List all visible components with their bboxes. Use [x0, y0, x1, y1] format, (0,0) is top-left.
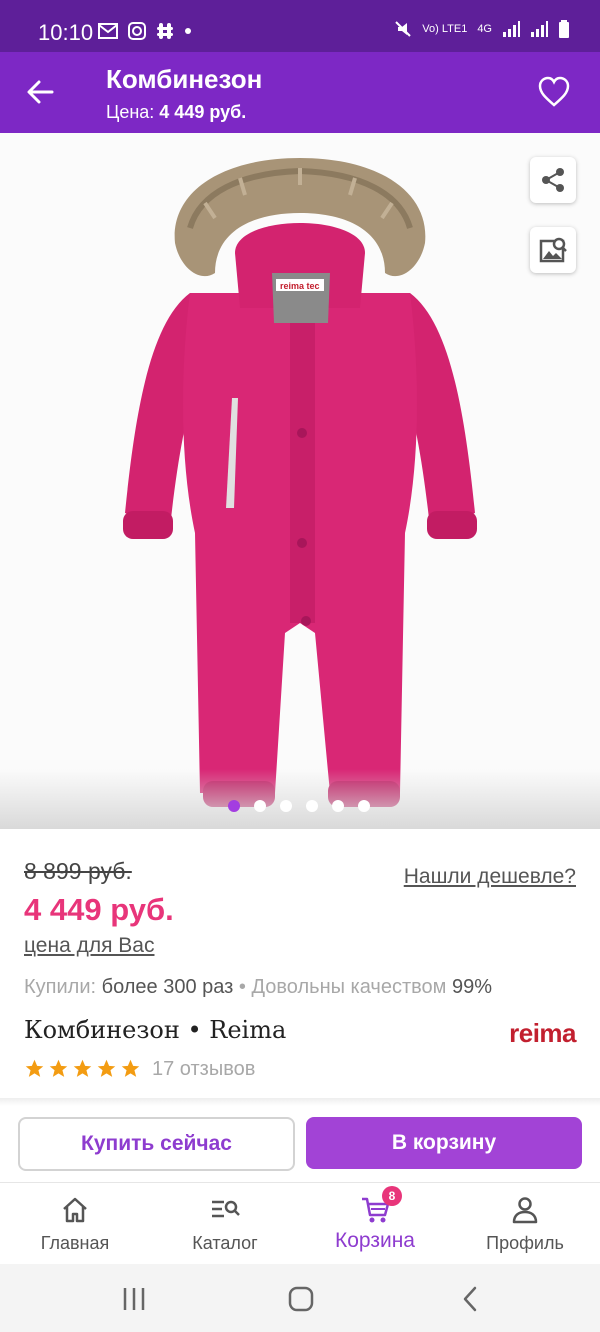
gallery-fade: [0, 769, 600, 829]
stats-separator: •: [238, 976, 246, 998]
buy-now-button[interactable]: Купить сейчас: [18, 1117, 295, 1171]
bought-value: более 300 раз: [101, 976, 234, 998]
found-cheaper-link[interactable]: Нашли дешевле?: [404, 865, 576, 889]
current-price: 4 449 руб.: [24, 892, 174, 927]
gallery-dot[interactable]: [358, 800, 370, 812]
nav-item-home[interactable]: Главная: [0, 1183, 150, 1265]
instagram-icon: [128, 22, 146, 40]
star-icon: [25, 1059, 44, 1077]
reviews-link[interactable]: 17 отзывов: [152, 1058, 255, 1081]
signal-icon: [503, 21, 520, 37]
system-icons: Vo) LTE1 4G: [394, 20, 570, 38]
home-system-icon[interactable]: [288, 1286, 314, 1312]
header-price-label: Цена:: [106, 102, 155, 122]
star-icon: [121, 1059, 140, 1077]
gallery-pagination: [228, 800, 370, 812]
header-price-value: 4 449 руб.: [159, 102, 247, 122]
image-search-button[interactable]: [530, 227, 576, 273]
bottom-navigation: Главная Каталог 8 Корзина Профиль: [0, 1182, 600, 1265]
volte-label: Vo) LTE1: [422, 23, 468, 35]
back-arrow-icon[interactable]: [22, 74, 58, 110]
dot-icon: [185, 28, 191, 34]
network-label: 4G: [477, 23, 492, 35]
nav-label-catalog: Каталог: [192, 1233, 258, 1253]
old-price: 8 899 руб.: [24, 858, 132, 884]
image-search-icon: [539, 237, 567, 263]
gallery-dot[interactable]: [306, 800, 318, 812]
slack-icon: [157, 23, 173, 39]
share-button[interactable]: [530, 157, 576, 203]
purchase-stats: Купили: более 300 раз • Довольны качеств…: [24, 976, 492, 999]
star-icon: [49, 1059, 68, 1077]
home-icon: [63, 1197, 87, 1223]
garment-label: reima tec: [280, 281, 320, 291]
heart-icon[interactable]: [536, 74, 572, 110]
nav-item-profile[interactable]: Профиль: [450, 1183, 600, 1265]
gallery-dot[interactable]: [228, 800, 240, 812]
divider: [0, 1098, 600, 1106]
status-bar: 10:10 Vo) LTE1 4G: [0, 0, 600, 52]
product-name: Комбинезон • Reima: [24, 1016, 287, 1044]
signal-icon-2: [531, 21, 548, 37]
notification-icons: [98, 22, 192, 40]
product-image: reima tec: [123, 158, 477, 807]
gallery-dot[interactable]: [254, 800, 266, 812]
header-price: Цена: 4 449 руб.: [106, 102, 246, 123]
gallery-dot[interactable]: [332, 800, 344, 812]
catalog-search-icon: [212, 1200, 240, 1218]
nav-label-profile: Профиль: [486, 1233, 564, 1253]
cart-badge: 8: [382, 1186, 402, 1206]
battery-icon: [559, 20, 569, 38]
star-icon: [73, 1059, 92, 1077]
nav-label-home: Главная: [40, 1233, 110, 1253]
mail-icon: [98, 23, 118, 39]
bought-label: Купили:: [24, 976, 97, 998]
system-navigation-bar: [0, 1264, 600, 1332]
profile-icon: [512, 1197, 538, 1224]
add-to-cart-button[interactable]: В корзину: [306, 1117, 582, 1169]
recent-apps-icon[interactable]: [120, 1286, 148, 1312]
your-price-link[interactable]: цена для Вас: [24, 934, 154, 958]
nav-label-cart: Корзина: [335, 1229, 415, 1252]
product-gallery[interactable]: reima tec: [0, 133, 600, 829]
brand-logo[interactable]: reima: [509, 1018, 576, 1049]
page-title: Комбинезон: [106, 64, 263, 94]
gallery-dot[interactable]: [280, 800, 292, 812]
quality-value: 99%: [451, 976, 492, 998]
status-time: 10:10: [38, 20, 94, 45]
mute-icon: [395, 21, 411, 37]
share-icon: [542, 168, 564, 192]
nav-item-cart[interactable]: 8 Корзина: [300, 1183, 450, 1265]
app-bar: Комбинезон Цена: 4 449 руб.: [0, 52, 600, 133]
back-system-icon[interactable]: [460, 1286, 480, 1312]
rating-stars: [24, 1058, 141, 1079]
star-icon: [97, 1059, 116, 1077]
nav-item-catalog[interactable]: Каталог: [150, 1183, 300, 1265]
quality-label: Довольны качеством: [251, 976, 447, 998]
